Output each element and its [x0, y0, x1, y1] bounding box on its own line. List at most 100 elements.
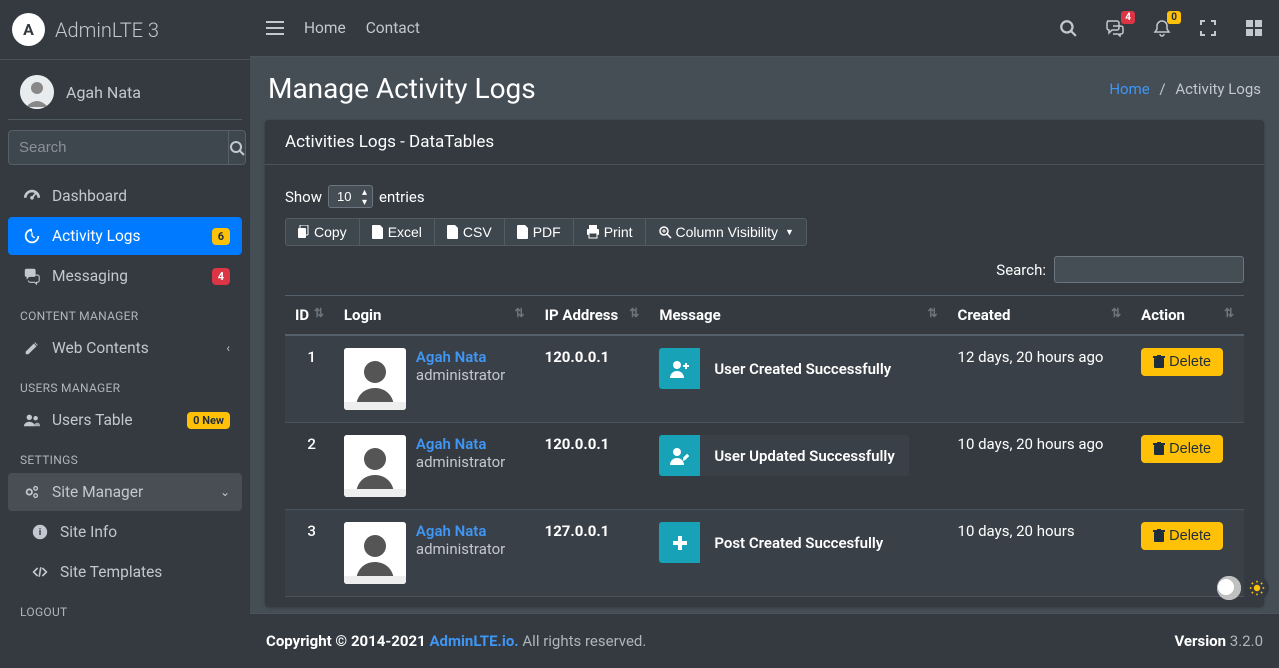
cell-ip: 120.0.0.1	[535, 423, 650, 510]
message-icon	[659, 348, 700, 389]
badge: 4	[1121, 11, 1135, 24]
breadcrumb-separator: /	[1159, 80, 1165, 98]
nav-header-logout: LOGOUT	[8, 593, 242, 625]
badge: 0 New	[187, 412, 230, 429]
table-row: 2Agah Nataadministrator120.0.0.1User Upd…	[285, 423, 1244, 510]
nav-list: Dashboard Activity Logs 6 Messaging 4 CO…	[0, 177, 250, 625]
button-label: PDF	[533, 224, 561, 240]
topbar-grid-icon[interactable]	[1245, 19, 1263, 37]
sidebar-item-web-contents[interactable]: Web Contents ‹	[8, 329, 242, 367]
row-avatar	[344, 348, 406, 410]
button-label: Delete	[1169, 441, 1211, 457]
datatable-buttons: Copy Excel CSV PDF Print	[285, 218, 1244, 246]
message-text: User Updated Successfully	[700, 447, 908, 465]
search-label: Search:	[996, 261, 1046, 279]
footer-link[interactable]: AdminLTE.io.	[429, 632, 518, 650]
search-input[interactable]	[8, 130, 229, 165]
sort-icon: ⇅	[927, 306, 937, 320]
topbar-expand-icon[interactable]	[1199, 19, 1217, 37]
search-button[interactable]	[229, 130, 246, 165]
pdf-button[interactable]: PDF	[505, 218, 574, 246]
cell-message: User Updated Successfully	[649, 423, 947, 510]
sidebar-item-label: Site Info	[60, 523, 230, 541]
cell-login: Agah Nataadministrator	[334, 510, 535, 597]
row-user-role: administrator	[416, 540, 505, 558]
breadcrumb-home[interactable]: Home	[1109, 80, 1149, 98]
button-label: Excel	[388, 224, 422, 240]
card-title: Activities Logs - DataTables	[265, 120, 1264, 165]
datatable-search-input[interactable]	[1054, 256, 1244, 283]
delete-button[interactable]: Delete	[1141, 348, 1223, 376]
sidebar-item-label: Web Contents	[52, 339, 226, 357]
brand[interactable]: A AdminLTE 3	[0, 0, 250, 60]
button-label: Delete	[1169, 354, 1211, 370]
dark-mode-toggle[interactable]	[1245, 576, 1269, 600]
sidebar-item-messaging[interactable]: Messaging 4	[8, 257, 242, 295]
sidebar-item-label: Site Manager	[52, 483, 220, 501]
message-icon	[659, 435, 700, 476]
column-header-created[interactable]: Created⇅	[948, 296, 1132, 336]
print-button[interactable]: Print	[574, 218, 646, 246]
history-icon	[20, 227, 44, 245]
row-user-name[interactable]: Agah Nata	[416, 348, 505, 366]
top-link-contact[interactable]: Contact	[366, 19, 420, 37]
column-header-ip[interactable]: IP Address⇅	[535, 296, 650, 336]
cell-message: User Created Successfully	[649, 335, 947, 423]
csv-button[interactable]: CSV	[435, 218, 505, 246]
column-header-message[interactable]: Message⇅	[649, 296, 947, 336]
sidebar-item-site-templates[interactable]: Site Templates	[8, 553, 242, 591]
user-name: Agah Nata	[66, 83, 141, 102]
menu-toggle-icon[interactable]	[266, 19, 284, 37]
message-text: Post Created Succesfully	[700, 534, 897, 552]
user-panel[interactable]: Agah Nata	[8, 60, 242, 120]
sidebar-item-users-table[interactable]: Users Table 0 New	[8, 401, 242, 439]
column-header-id[interactable]: ID⇅	[285, 296, 334, 336]
row-user-name[interactable]: Agah Nata	[416, 435, 505, 453]
badge: 6	[212, 228, 230, 245]
topbar-comments-icon[interactable]: 4	[1105, 19, 1125, 37]
excel-button[interactable]: Excel	[360, 218, 435, 246]
button-label: Delete	[1169, 528, 1211, 544]
cell-id: 2	[285, 423, 334, 510]
topbar-search-icon[interactable]	[1059, 19, 1077, 37]
breadcrumb: Home / Activity Logs	[1109, 80, 1261, 98]
message-icon	[659, 522, 700, 563]
cell-created: 10 days, 20 hours ago	[948, 423, 1132, 510]
cell-action: Delete	[1131, 423, 1244, 510]
delete-button[interactable]: Delete	[1141, 435, 1223, 463]
cell-login: Agah Nataadministrator	[334, 335, 535, 423]
button-label: Copy	[314, 224, 347, 240]
entries-select[interactable]: 10	[328, 185, 373, 208]
datatable-length: Show 10 ▴▾ entries	[285, 185, 1244, 208]
top-link-home[interactable]: Home	[304, 19, 346, 37]
cell-ip: 127.0.0.1	[535, 510, 650, 597]
table-row: 3Agah Nataadministrator127.0.0.1Post Cre…	[285, 510, 1244, 597]
comments-icon	[20, 267, 44, 285]
cell-created: 10 days, 20 hours	[948, 510, 1132, 597]
column-visibility-button[interactable]: Column Visibility ▼	[646, 218, 807, 246]
copyright-text: Copyright © 2014-2021	[266, 632, 429, 650]
sidebar-item-site-info[interactable]: i Site Info	[8, 513, 242, 551]
topbar-bell-icon[interactable]: 0	[1153, 19, 1171, 37]
sidebar-item-label: Site Templates	[60, 563, 230, 581]
button-label: Print	[604, 224, 633, 240]
page-title: Manage Activity Logs	[268, 72, 536, 105]
column-header-login[interactable]: Login⇅	[334, 296, 535, 336]
button-label: Column Visibility	[676, 224, 778, 240]
light-mode-toggle[interactable]	[1217, 576, 1241, 600]
sidebar-item-activity-logs[interactable]: Activity Logs 6	[8, 217, 242, 255]
delete-button[interactable]: Delete	[1141, 522, 1223, 550]
column-header-action[interactable]: Action⇅	[1131, 296, 1244, 336]
copy-button[interactable]: Copy	[285, 218, 360, 246]
sidebar-item-label: Messaging	[52, 267, 212, 285]
edit-icon	[20, 339, 44, 357]
card: Activities Logs - DataTables Show 10 ▴▾ …	[265, 120, 1264, 607]
content-header: Manage Activity Logs Home / Activity Log…	[250, 57, 1279, 120]
avatar	[20, 75, 54, 109]
sort-icon: ⇅	[1111, 306, 1121, 320]
nav-header-settings: SETTINGS	[8, 441, 242, 473]
sidebar-item-site-manager[interactable]: Site Manager ⌄	[8, 473, 242, 511]
row-user-name[interactable]: Agah Nata	[416, 522, 505, 540]
table-row: 1Agah Nataadministrator120.0.0.1User Cre…	[285, 335, 1244, 423]
sidebar-item-dashboard[interactable]: Dashboard	[8, 177, 242, 215]
